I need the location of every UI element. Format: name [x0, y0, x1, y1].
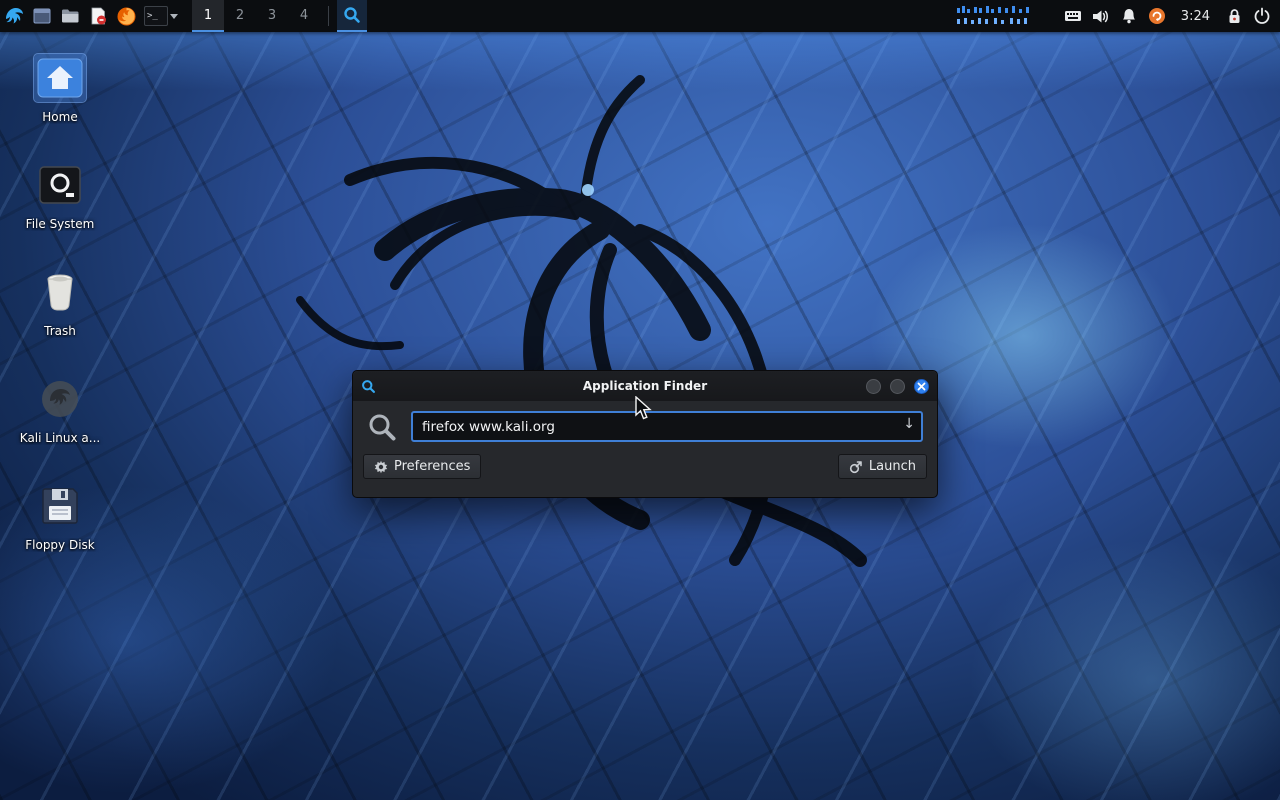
close-icon: [917, 382, 926, 391]
preferences-label: Preferences: [394, 459, 470, 474]
text-editor-launcher[interactable]: [84, 0, 112, 32]
screen-lock-tray[interactable]: [1222, 0, 1246, 32]
firefox-icon: [116, 6, 137, 27]
keyboard-icon: [1064, 7, 1082, 25]
workspace-button-3[interactable]: 3: [256, 0, 288, 32]
bell-icon: [1120, 7, 1138, 25]
gear-icon: [374, 460, 388, 474]
document-icon: [88, 6, 108, 26]
minimize-button[interactable]: [866, 379, 881, 394]
desktop-icon-kali-installer[interactable]: Kali Linux a...: [0, 375, 120, 445]
firefox-launcher[interactable]: [112, 0, 140, 32]
update-notifier-tray[interactable]: [1145, 0, 1169, 32]
dropdown-arrow-icon[interactable]: ↓: [903, 416, 915, 432]
desktop-icon-trash[interactable]: Trash: [0, 268, 120, 338]
kali-installer-icon: [34, 375, 86, 423]
application-finder-window: Application Finder ↓ Preferen: [352, 370, 938, 498]
panel-right-group: 3:24: [955, 0, 1280, 32]
workspace-switcher: 1 2 3 4: [192, 0, 320, 32]
home-folder-icon: [34, 54, 86, 102]
desktop-icon-floppy-disk[interactable]: Floppy Disk: [0, 482, 120, 552]
desktop-icon-label: Home: [0, 110, 120, 124]
maximize-button[interactable]: [890, 379, 905, 394]
top-panel: >_ 1 2 3 4: [0, 0, 1280, 32]
workspace-number: 3: [268, 8, 276, 23]
desktop-icon-label: File System: [0, 217, 120, 231]
speaker-icon: [1091, 7, 1110, 26]
display-settings-tray[interactable]: [1061, 0, 1085, 32]
floppy-disk-icon: [34, 482, 86, 530]
folder-icon: [60, 6, 80, 26]
search-input-wrap: ↓: [411, 411, 923, 442]
dialog-button-row: Preferences Launch: [353, 448, 937, 485]
workspace-button-2[interactable]: 2: [224, 0, 256, 32]
window-app-icon: [361, 379, 376, 394]
desktop-icon-label: Kali Linux a...: [0, 431, 120, 445]
panel-separator: [328, 6, 329, 26]
workspace-number: 4: [300, 8, 308, 23]
magnifier-icon: [343, 6, 361, 24]
orange-status-icon: [1148, 7, 1166, 25]
show-desktop-button[interactable]: [28, 0, 56, 32]
chevron-down-icon: [170, 14, 178, 19]
search-input[interactable]: [411, 411, 923, 442]
logout-button[interactable]: [1250, 0, 1274, 32]
system-monitor-widget[interactable]: [955, 4, 1047, 28]
window-controls: [866, 379, 929, 394]
kali-logo-icon: [3, 5, 25, 27]
desktop-icon-label: Floppy Disk: [0, 538, 120, 552]
power-icon: [1253, 7, 1271, 25]
notifications-tray[interactable]: [1117, 0, 1141, 32]
launch-label: Launch: [869, 459, 916, 474]
titlebar[interactable]: Application Finder: [353, 371, 937, 401]
window-title: Application Finder: [353, 379, 937, 393]
workspace-number: 2: [236, 8, 244, 23]
close-button[interactable]: [914, 379, 929, 394]
trash-icon: [34, 268, 86, 316]
desktop-icon-home[interactable]: Home: [0, 54, 120, 124]
workspace-number: 1: [204, 8, 212, 23]
volume-tray[interactable]: [1089, 0, 1113, 32]
panel-left-group: >_ 1 2 3 4: [0, 0, 367, 32]
clock[interactable]: 3:24: [1173, 9, 1218, 24]
dialog-body: ↓: [353, 401, 937, 448]
desktop-icon-file-system[interactable]: File System: [0, 161, 120, 231]
launch-icon: [849, 460, 863, 474]
kali-menu-button[interactable]: [0, 0, 28, 32]
desktop-icon-label: Trash: [0, 324, 120, 338]
window-icon: [32, 6, 52, 26]
launch-button[interactable]: Launch: [838, 454, 927, 479]
file-system-drive-icon: [34, 161, 86, 209]
workspace-button-1[interactable]: 1: [192, 0, 224, 32]
lock-icon: [1226, 8, 1243, 25]
terminal-icon: >_: [144, 6, 168, 26]
cpu-graph-icon: [955, 4, 1047, 28]
workspace-button-4[interactable]: 4: [288, 0, 320, 32]
search-icon: [367, 412, 397, 442]
terminal-launcher[interactable]: >_: [140, 0, 182, 32]
file-manager-launcher[interactable]: [56, 0, 84, 32]
preferences-button[interactable]: Preferences: [363, 454, 481, 479]
taskbar-application-finder[interactable]: [337, 0, 367, 32]
